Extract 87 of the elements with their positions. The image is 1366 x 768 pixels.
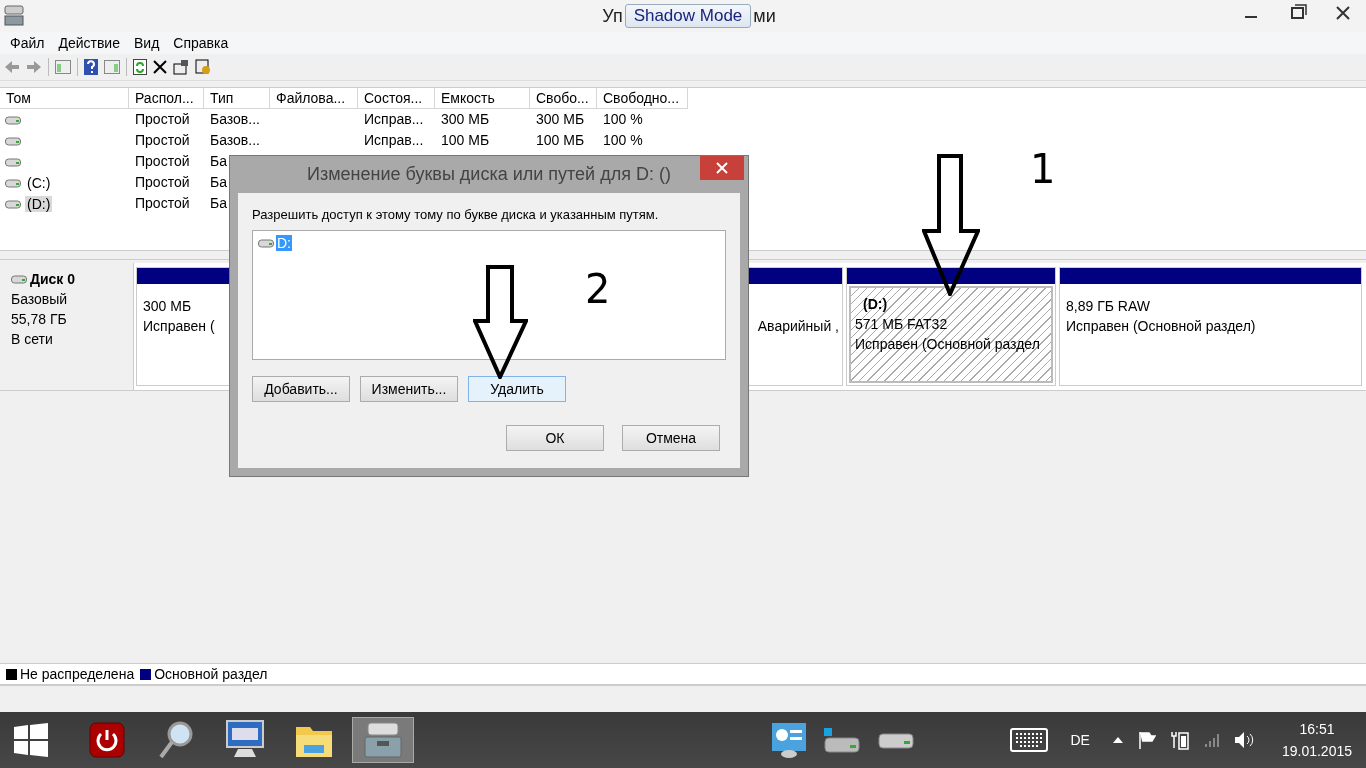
- partition-size: 571 МБ FAT32: [855, 315, 949, 334]
- disk-name: Диск 0: [30, 270, 76, 289]
- table-cell: 100 МБ: [441, 132, 490, 148]
- column-header[interactable]: Тип: [204, 88, 270, 109]
- table-cell: Простой: [135, 132, 190, 148]
- drive-icon: [5, 114, 21, 125]
- menu-item[interactable]: Справка: [166, 35, 236, 51]
- power-icon[interactable]: [89, 722, 125, 758]
- search-icon[interactable]: [158, 720, 194, 760]
- windows-logo-icon[interactable]: [14, 723, 48, 757]
- table-cell: 100 МБ: [536, 132, 585, 148]
- table-cell: Ба: [210, 195, 227, 211]
- speaker-icon[interactable]: [1233, 731, 1254, 749]
- partition[interactable]: (D:) 571 МБ FAT32 Исправен (Основной раздел: [849, 286, 1053, 383]
- disk-size: 55,78 ГБ: [11, 310, 68, 329]
- dialog-title: Изменение буквы диска или путей для D: (): [307, 163, 671, 185]
- window-title: Уп: [602, 5, 623, 27]
- show-hidden-icons-icon[interactable]: [1111, 736, 1124, 744]
- partition-status: Исправен (: [143, 317, 216, 336]
- disk-toolbox-icon[interactable]: [362, 721, 404, 759]
- partition-size: 8,89 ГБ RAW: [1066, 297, 1151, 316]
- dialog-button[interactable]: ОК: [506, 425, 604, 451]
- window-title: ми: [753, 5, 776, 27]
- column-header[interactable]: Емкость: [435, 88, 530, 109]
- column-header[interactable]: Свобо...: [530, 88, 597, 109]
- column-header[interactable]: Том: [0, 88, 129, 109]
- table-cell: Простой: [135, 111, 190, 127]
- table-cell: Ба: [210, 153, 227, 169]
- delete-icon[interactable]: [153, 60, 167, 74]
- table-cell: 100 %: [603, 111, 643, 127]
- partition-label: (D:): [862, 295, 889, 314]
- table-cell: (D:): [25, 195, 53, 212]
- table-cell: 300 МБ: [536, 111, 585, 127]
- drive-icon: [258, 238, 274, 248]
- battery-icon[interactable]: [1169, 730, 1190, 750]
- properties-icon[interactable]: [173, 59, 189, 75]
- flag-icon[interactable]: [1137, 731, 1156, 749]
- table-cell-text: (C:): [26, 174, 52, 191]
- menu-item[interactable]: Действие: [51, 35, 127, 51]
- partition-status: Исправен (Основной раздел: [855, 335, 1041, 354]
- language-indicator[interactable]: DE: [1070, 732, 1090, 748]
- menu-item[interactable]: Файл: [3, 35, 52, 51]
- keyboard-icon[interactable]: [1010, 728, 1049, 752]
- refresh-icon[interactable]: [133, 59, 147, 75]
- table-cell: Простой: [135, 195, 190, 211]
- partition-size: 300 МБ: [143, 297, 193, 316]
- action-pane-icon[interactable]: [104, 60, 120, 74]
- column-header[interactable]: Распол...: [129, 88, 204, 109]
- disk-management-icon: [4, 4, 24, 26]
- table-cell: Базов...: [210, 111, 260, 127]
- column-header[interactable]: Состоя...: [358, 88, 435, 109]
- close-button[interactable]: [700, 156, 744, 180]
- table-cell: Простой: [135, 174, 190, 190]
- column-header[interactable]: Свободно...: [597, 88, 688, 109]
- signal-icon[interactable]: [1203, 732, 1220, 748]
- taskbar-app[interactable]: [352, 717, 414, 763]
- drive-icon: [5, 177, 21, 188]
- table-cell: Исправ...: [364, 132, 424, 148]
- dialog-button[interactable]: Добавить...: [252, 376, 350, 402]
- menu-item[interactable]: Вид: [126, 35, 167, 51]
- control-panel-icon[interactable]: [770, 721, 809, 759]
- table-cell: Ба: [210, 174, 227, 190]
- console-tree-icon[interactable]: [55, 60, 71, 74]
- partition-status: Исправен (Основной раздел): [1066, 317, 1257, 336]
- annotation-number: 2: [585, 266, 611, 312]
- table-cell: Исправ...: [364, 111, 424, 127]
- column-header[interactable]: Файлова...: [270, 88, 358, 109]
- annotation-number: 1: [1030, 146, 1056, 192]
- help-icon[interactable]: [84, 59, 98, 75]
- table-cell: Базов...: [210, 132, 260, 148]
- dialog-button[interactable]: Отмена: [622, 425, 720, 451]
- drive-icon: [5, 135, 21, 146]
- disk-status: В сети: [11, 330, 54, 349]
- legend-label: Основной раздел: [154, 666, 268, 682]
- table-cell: 100 %: [603, 132, 643, 148]
- table-cell: 300 МБ: [441, 111, 490, 127]
- table-cell: Простой: [135, 153, 190, 169]
- disk-type: Базовый: [11, 290, 69, 309]
- drive-icon: [5, 198, 21, 209]
- clock-date[interactable]: 19.01.2015: [1281, 740, 1352, 762]
- drive-icon: [5, 156, 21, 167]
- shadow-mode-badge: Shadow Mode: [624, 4, 752, 28]
- dialog-button[interactable]: Изменить...: [360, 376, 458, 402]
- clock-time[interactable]: 16:51: [1281, 718, 1352, 740]
- dialog-button[interactable]: Удалить: [468, 376, 566, 402]
- legend-label: Не распределена: [20, 666, 135, 682]
- dialog-prompt: Разрешить доступ к этому тому по букве диска и указанным путям.: [252, 207, 660, 222]
